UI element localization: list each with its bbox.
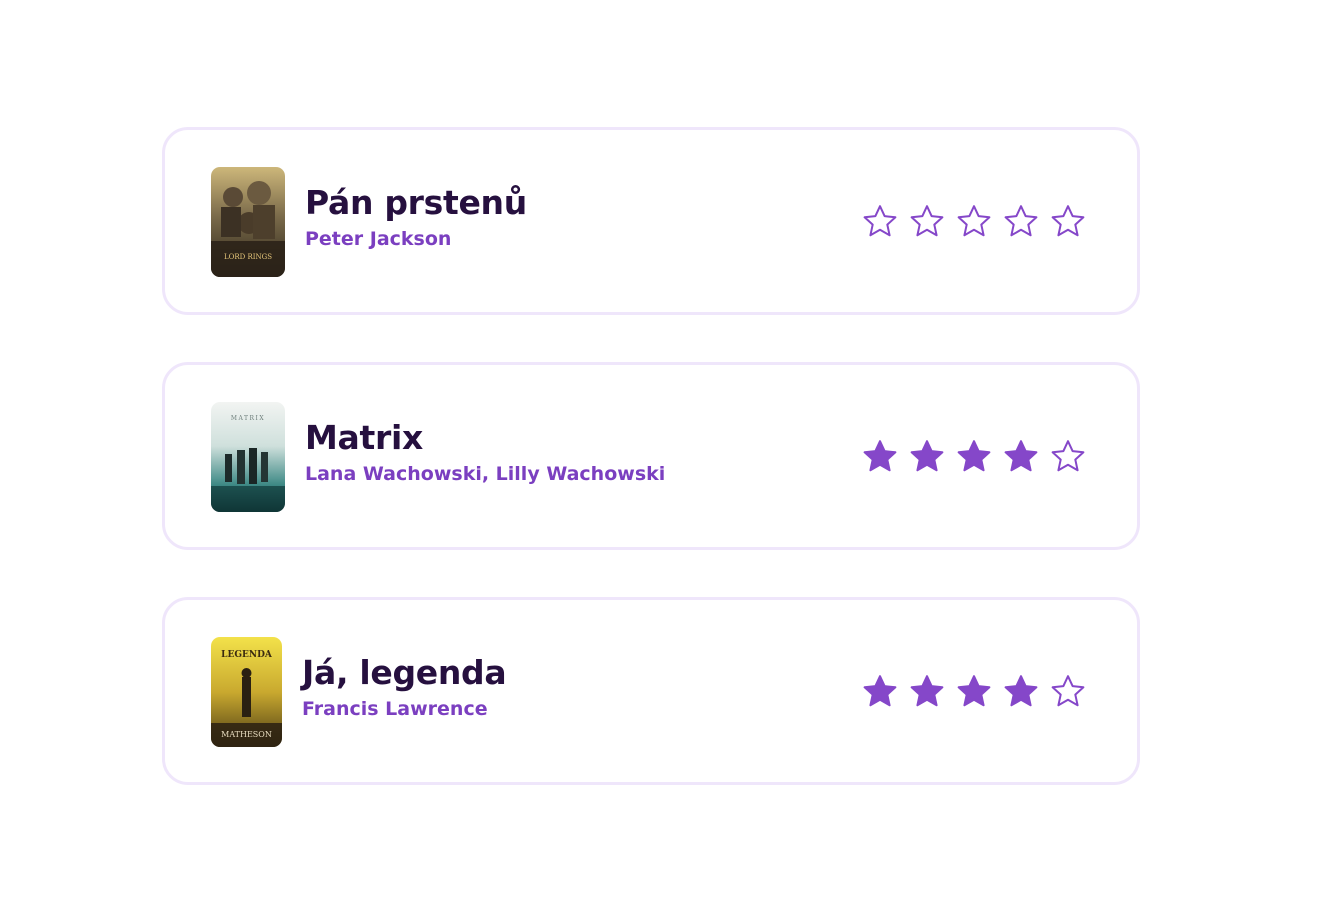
star-filled-icon[interactable] — [908, 438, 946, 476]
movie-card: MATRIX Matrix Lana Wachowski, Lilly Wach… — [162, 362, 1140, 550]
star-rating[interactable] — [861, 438, 1087, 476]
movie-info: Já, legenda Francis Lawrence — [302, 653, 507, 721]
matrix-poster-image: MATRIX — [211, 402, 285, 512]
star-outline-icon[interactable] — [1049, 673, 1087, 711]
movie-poster: MATRIX — [211, 402, 285, 512]
poster-title: LEGENDA — [221, 650, 273, 660]
poster-subtitle: MATHESON — [221, 730, 272, 739]
star-outline-icon[interactable] — [908, 203, 946, 241]
star-filled-icon[interactable] — [908, 673, 946, 711]
poster-title: LORD RINGS — [224, 253, 272, 261]
star-filled-icon[interactable] — [1002, 673, 1040, 711]
star-outline-icon[interactable] — [1049, 203, 1087, 241]
movie-card: LEGENDA MATHESON Já, legenda Francis Law… — [162, 597, 1140, 785]
star-outline-icon[interactable] — [1002, 203, 1040, 241]
star-filled-icon[interactable] — [861, 438, 899, 476]
star-outline-icon[interactable] — [955, 203, 993, 241]
star-outline-icon[interactable] — [861, 203, 899, 241]
star-rating[interactable] — [861, 673, 1087, 711]
movie-title: Já, legenda — [302, 653, 507, 692]
movie-card: LORD RINGS Pán prstenů Peter Jackson — [162, 127, 1140, 315]
lotr-poster-image: LORD RINGS — [211, 167, 285, 277]
movie-title: Matrix — [305, 418, 423, 457]
star-filled-icon[interactable] — [1002, 438, 1040, 476]
star-outline-icon[interactable] — [1049, 438, 1087, 476]
movie-poster: LEGENDA MATHESON — [211, 637, 282, 747]
movie-director: Lana Wachowski, Lilly Wachowski — [305, 463, 666, 485]
movie-list: LORD RINGS Pán prstenů Peter Jackson MAT… — [162, 127, 1140, 832]
star-filled-icon[interactable] — [955, 673, 993, 711]
star-filled-icon[interactable] — [955, 438, 993, 476]
movie-director: Peter Jackson — [305, 228, 452, 250]
star-rating[interactable] — [861, 203, 1087, 241]
movie-info: Pán prstenů Peter Jackson — [305, 184, 527, 251]
i-am-legend-poster-image: LEGENDA MATHESON — [211, 637, 282, 747]
movie-title: Pán prstenů — [305, 183, 527, 222]
star-filled-icon[interactable] — [861, 673, 899, 711]
movie-poster: LORD RINGS — [211, 167, 285, 277]
movie-info: Matrix Lana Wachowski, Lilly Wachowski — [305, 419, 665, 486]
movie-director: Francis Lawrence — [302, 698, 488, 720]
poster-title: MATRIX — [231, 415, 265, 422]
